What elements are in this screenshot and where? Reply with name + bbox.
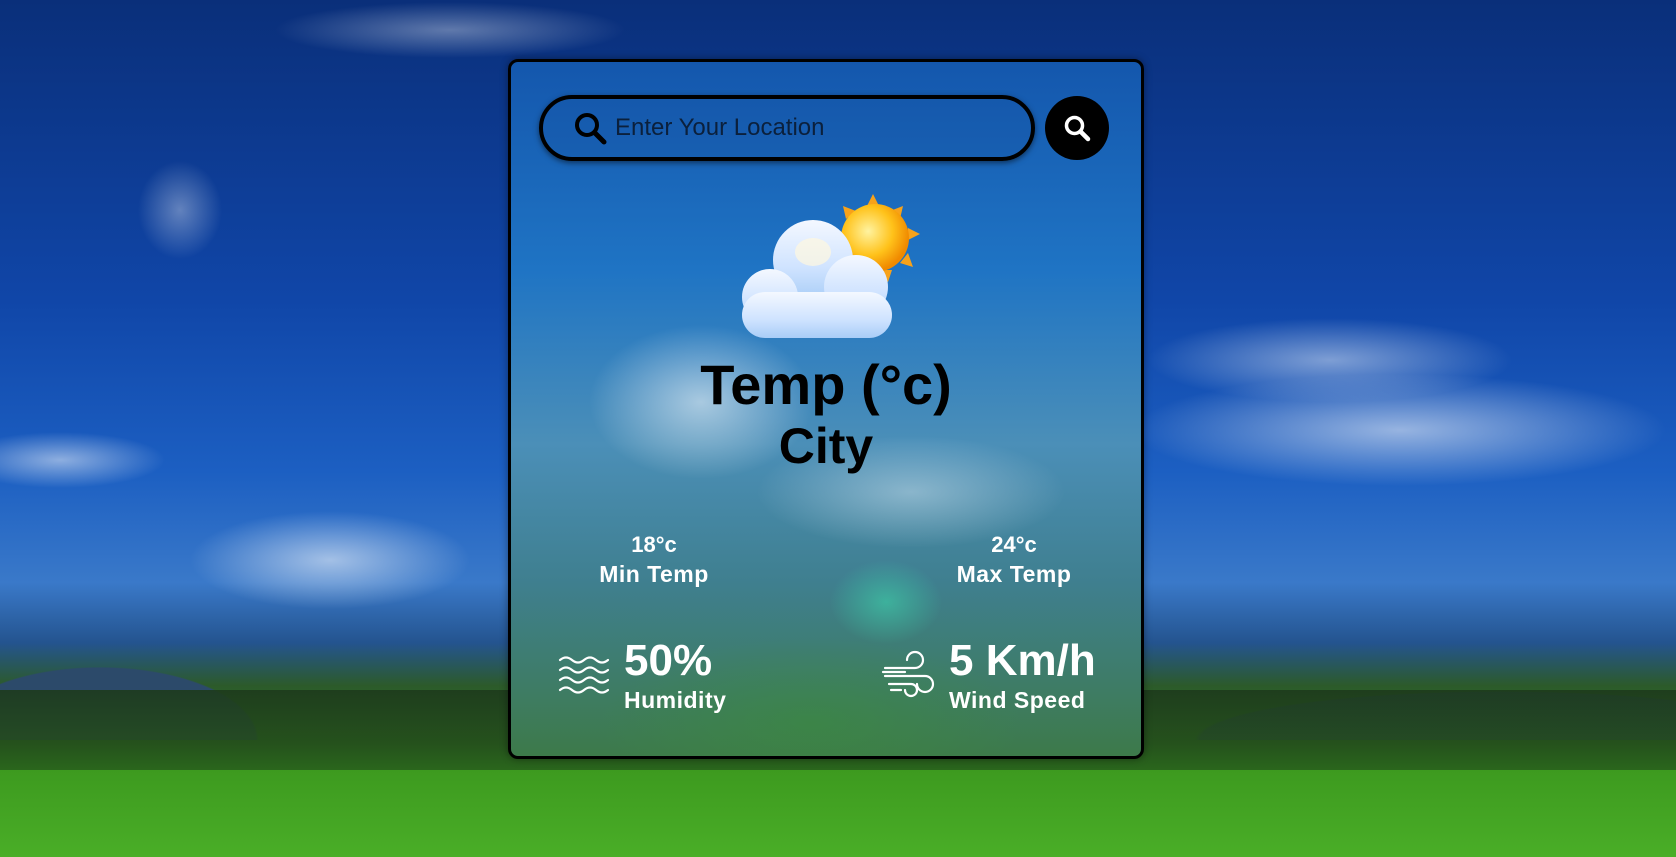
max-temp-label: Max Temp (956, 561, 1072, 587)
min-temp-value: 18°c (631, 532, 677, 557)
partly-cloudy-icon (742, 194, 920, 338)
weather-card: Temp (°c) City 18°c Min Temp 24°c Max Te… (508, 59, 1144, 759)
min-temp: 18°c Min Temp (589, 531, 719, 589)
humidity-stat: 50% Humidity (556, 637, 726, 715)
search-button[interactable] (1045, 96, 1109, 160)
background-field (0, 770, 1676, 857)
temperature-value: Temp (°c) (700, 353, 952, 416)
wind-icon (881, 650, 935, 698)
waves-icon (558, 656, 610, 694)
location-input[interactable] (615, 108, 1031, 148)
min-temp-label: Min Temp (599, 561, 709, 587)
wind-stat: 5 Km/h Wind Speed (881, 637, 1096, 715)
wind-value: 5 Km/h (949, 636, 1096, 685)
search-box[interactable] (539, 95, 1035, 161)
search-bar (539, 95, 1109, 161)
wind-label: Wind Speed (949, 687, 1086, 713)
max-temp: 24°c Max Temp (949, 531, 1079, 589)
humidity-value: 50% (624, 636, 713, 685)
max-temp-value: 24°c (991, 532, 1037, 557)
search-icon (575, 113, 607, 145)
search-button-icon (1064, 115, 1091, 142)
city-name: City (778, 418, 874, 474)
humidity-label: Humidity (624, 687, 727, 713)
